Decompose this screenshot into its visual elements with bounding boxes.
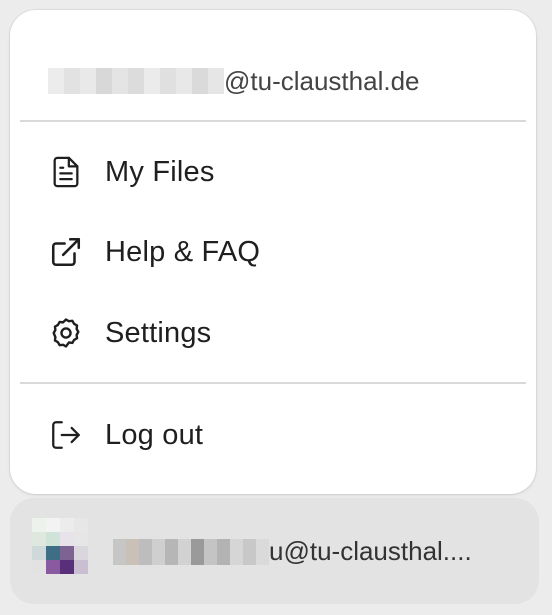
log-out-icon <box>48 417 84 453</box>
account-switcher[interactable]: u@tu-clausthal.... <box>10 498 539 604</box>
menu-item-settings[interactable]: Settings <box>10 301 536 365</box>
menu-item-help-faq[interactable]: Help & FAQ <box>10 220 536 284</box>
redacted-username <box>48 68 224 94</box>
external-link-icon <box>48 234 84 270</box>
menu-email-domain: @tu-clausthal.de <box>224 65 420 96</box>
divider <box>20 120 526 122</box>
menu-item-my-files[interactable]: My Files <box>10 140 536 204</box>
menu-item-log-out[interactable]: Log out <box>10 403 536 467</box>
menu-email: @tu-clausthal.de <box>48 53 420 109</box>
user-menu: @tu-clausthal.de My Files Help & FAQ Set… <box>10 10 536 494</box>
menu-item-label: Help & FAQ <box>105 235 261 268</box>
menu-item-label: My Files <box>105 155 215 188</box>
menu-item-label: Settings <box>105 316 212 349</box>
gear-icon <box>48 315 84 351</box>
file-text-icon <box>48 154 84 190</box>
divider <box>20 382 526 384</box>
menu-item-label: Log out <box>105 418 204 451</box>
avatar <box>32 518 88 574</box>
redacted-username <box>113 538 269 565</box>
account-email: u@tu-clausthal.... <box>113 536 472 567</box>
account-email-domain: u@tu-clausthal.... <box>269 536 472 566</box>
